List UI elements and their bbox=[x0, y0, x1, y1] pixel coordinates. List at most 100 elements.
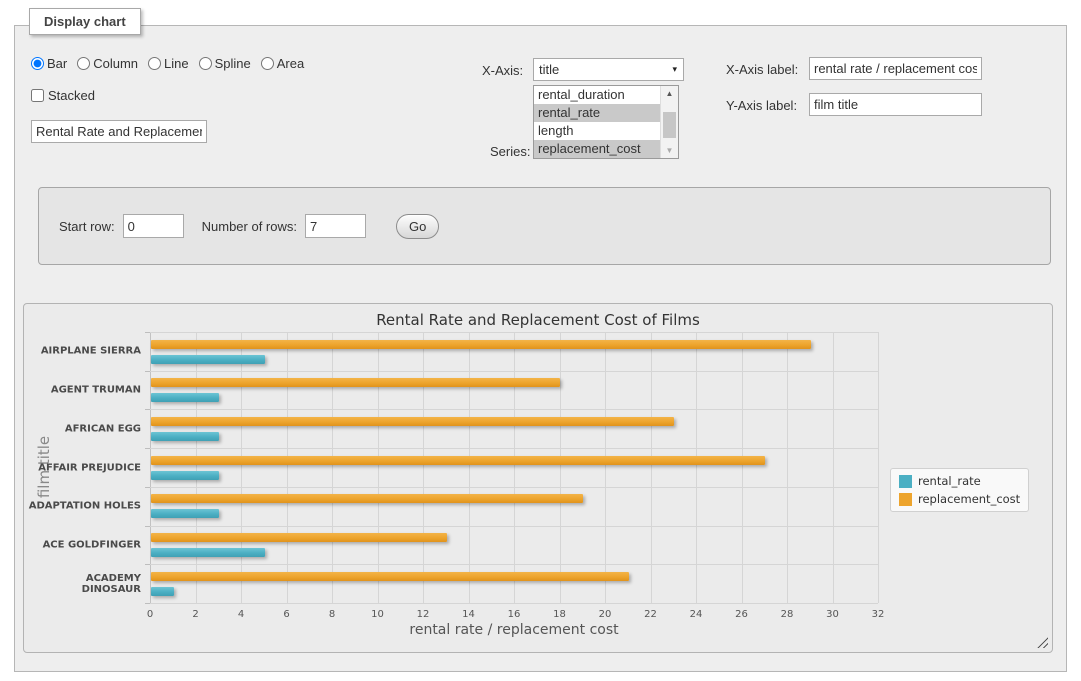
gridline bbox=[150, 409, 878, 410]
chart-title-input[interactable] bbox=[31, 120, 207, 143]
x-axis-title: rental rate / replacement cost bbox=[409, 622, 618, 638]
y-tickmark bbox=[145, 371, 150, 372]
bar-rental_rate-0[interactable] bbox=[151, 355, 265, 364]
x-tick-label: 22 bbox=[644, 609, 657, 620]
bar-replacement_cost-1[interactable] bbox=[151, 378, 560, 387]
y-tickmark bbox=[145, 409, 150, 410]
chart-type-radio-column[interactable] bbox=[77, 57, 90, 70]
bar-replacement_cost-4[interactable] bbox=[151, 494, 583, 503]
chart-type-label: Line bbox=[164, 56, 189, 71]
x-axis-selected-value: title bbox=[539, 62, 559, 77]
y-axis-label-label: Y-Axis label: bbox=[726, 98, 797, 113]
chart-legend: rental_rate replacement_cost bbox=[890, 468, 1029, 512]
y-axis-label-input[interactable] bbox=[809, 93, 982, 116]
gridline bbox=[150, 564, 878, 565]
legend-item-rental_rate[interactable]: rental_rate bbox=[899, 474, 1020, 488]
chart-type-option-spline[interactable]: Spline bbox=[199, 56, 251, 71]
chart-type-label: Spline bbox=[215, 56, 251, 71]
chart-type-option-area[interactable]: Area bbox=[261, 56, 304, 71]
series-listbox[interactable]: rental_durationrental_ratelengthreplacem… bbox=[533, 85, 679, 159]
gridline bbox=[196, 332, 197, 603]
chart-type-label: Area bbox=[277, 56, 304, 71]
chart-type-label: Column bbox=[93, 56, 138, 71]
x-tick-label: 14 bbox=[462, 609, 475, 620]
start-row-input[interactable] bbox=[123, 214, 184, 238]
y-tickmark bbox=[145, 526, 150, 527]
y-tickmark bbox=[145, 487, 150, 488]
bar-rental_rate-5[interactable] bbox=[151, 548, 265, 557]
x-tick-label: 30 bbox=[826, 609, 839, 620]
bar-replacement_cost-3[interactable] bbox=[151, 456, 765, 465]
stacked-checkbox-row: Stacked bbox=[31, 88, 95, 103]
scrollbar-up-button[interactable]: ▲ bbox=[661, 86, 678, 101]
stacked-checkbox[interactable] bbox=[31, 89, 44, 102]
gridline bbox=[150, 332, 151, 603]
legend-label: rental_rate bbox=[918, 474, 981, 488]
x-tick-label: 20 bbox=[599, 609, 612, 620]
x-tick-label: 26 bbox=[735, 609, 748, 620]
gridline bbox=[150, 332, 878, 333]
chart-type-option-bar[interactable]: Bar bbox=[31, 56, 67, 71]
y-category-label: ACADEMY DINOSAUR bbox=[24, 573, 141, 595]
gridline bbox=[287, 332, 288, 603]
bar-replacement_cost-2[interactable] bbox=[151, 417, 674, 426]
series-options: rental_durationrental_ratelengthreplacem… bbox=[534, 86, 660, 158]
bar-replacement_cost-0[interactable] bbox=[151, 340, 811, 349]
gridline bbox=[332, 332, 333, 603]
series-listbox-scrollbar[interactable]: ▲ ▼ bbox=[660, 86, 678, 158]
chart-type-radio-line[interactable] bbox=[148, 57, 161, 70]
bar-rental_rate-4[interactable] bbox=[151, 509, 219, 518]
x-axis-select-label: X-Axis: bbox=[482, 63, 523, 78]
legend-label: replacement_cost bbox=[918, 492, 1020, 506]
scrollbar-down-button[interactable]: ▼ bbox=[661, 143, 678, 158]
bar-replacement_cost-5[interactable] bbox=[151, 533, 447, 542]
y-tickmark bbox=[145, 564, 150, 565]
go-button[interactable]: Go bbox=[396, 214, 439, 239]
series-option-rental_duration[interactable]: rental_duration bbox=[534, 86, 660, 104]
x-tick-label: 6 bbox=[283, 609, 289, 620]
y-category-label: AIRPLANE SIERRA bbox=[24, 346, 141, 357]
y-tickmark bbox=[145, 603, 150, 604]
bar-replacement_cost-6[interactable] bbox=[151, 572, 629, 581]
x-tick-label: 24 bbox=[690, 609, 703, 620]
bar-rental_rate-6[interactable] bbox=[151, 587, 174, 596]
series-option-length[interactable]: length bbox=[534, 122, 660, 140]
series-list-label: Series: bbox=[490, 144, 530, 159]
series-option-rental_rate[interactable]: rental_rate bbox=[534, 104, 660, 122]
x-tick-label: 18 bbox=[553, 609, 566, 620]
gridline bbox=[378, 332, 379, 603]
gridline bbox=[696, 332, 697, 603]
chart-type-radio-group: Bar Column Line Spline Area bbox=[31, 56, 310, 71]
y-category-label: AFRICAN EGG bbox=[24, 423, 141, 434]
x-tick-label: 0 bbox=[147, 609, 153, 620]
x-axis-select[interactable]: title ▾ bbox=[533, 58, 684, 81]
x-tick-label: 8 bbox=[329, 609, 335, 620]
x-tick-label: 12 bbox=[417, 609, 430, 620]
series-option-replacement_cost[interactable]: replacement_cost bbox=[534, 140, 660, 158]
chart-type-option-line[interactable]: Line bbox=[148, 56, 189, 71]
number-of-rows-label: Number of rows: bbox=[202, 219, 297, 234]
gridline bbox=[150, 371, 878, 372]
legend-item-replacement_cost[interactable]: replacement_cost bbox=[899, 492, 1020, 506]
scrollbar-thumb[interactable] bbox=[663, 112, 676, 138]
chart-type-radio-bar[interactable] bbox=[31, 57, 44, 70]
page: Display chart BarColumnLineSplineArea St… bbox=[0, 0, 1081, 681]
chart-resize-handle[interactable] bbox=[1037, 637, 1048, 648]
gridline bbox=[150, 487, 878, 488]
gridline bbox=[423, 332, 424, 603]
y-category-label: AGENT TRUMAN bbox=[24, 385, 141, 396]
bar-rental_rate-1[interactable] bbox=[151, 393, 219, 402]
bar-rental_rate-2[interactable] bbox=[151, 432, 219, 441]
chart-type-radio-spline[interactable] bbox=[199, 57, 212, 70]
x-axis-label-input[interactable] bbox=[809, 57, 982, 80]
bar-rental_rate-3[interactable] bbox=[151, 471, 219, 480]
x-tick-label: 28 bbox=[781, 609, 794, 620]
x-axis-label-label: X-Axis label: bbox=[726, 62, 798, 77]
number-of-rows-input[interactable] bbox=[305, 214, 366, 238]
y-tickmark bbox=[145, 448, 150, 449]
y-category-label: ACE GOLDFINGER bbox=[24, 539, 141, 550]
chart-type-option-column[interactable]: Column bbox=[77, 56, 138, 71]
chart-type-radio-area[interactable] bbox=[261, 57, 274, 70]
gridline bbox=[150, 603, 878, 604]
gridline bbox=[150, 526, 878, 527]
